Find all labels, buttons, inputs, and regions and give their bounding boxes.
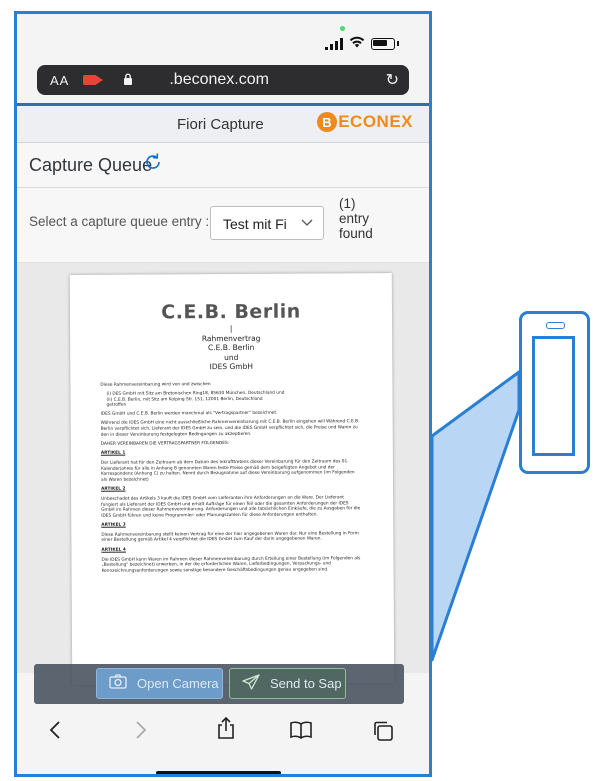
share-icon[interactable] [217,716,235,746]
document-company: C.E.B. Berlin [161,300,301,324]
doc-article-title: ARTIKEL 3 [101,522,126,529]
open-camera-button[interactable]: Open Camera [96,668,223,699]
send-to-sap-button[interactable]: Send to Sap [229,668,346,699]
paper-plane-icon [242,673,260,694]
doc-paragraph: DAHER VEREINBAREN DIE VERTRAGSPARTNER FO… [100,440,230,447]
doc-paragraph: IDES GmbH und C.E.B. Berlin werden manch… [100,411,278,418]
refresh-icon[interactable] [142,151,164,179]
status-bar [17,14,429,64]
scanned-document[interactable]: C.E.B. Berlin | Rahmenvertrag C.E.B. Ber… [69,273,395,685]
doc-parties: (i) DES GmbH mit Sitz am Bretonischen Ri… [100,390,360,408]
lock-icon [123,73,133,88]
app-header: Fiori Capture B ECONEX [17,106,429,143]
browser-address-bar[interactable]: AA .beconex.com ↻ [37,65,409,95]
doc-party: getroffen [106,402,127,409]
bookmarks-icon[interactable] [289,720,313,746]
doc-paragraph: Unbeschadet des Artikels 3 kauft die IDE… [101,495,361,519]
speaker-slot [546,322,565,329]
queue-select-row: Select a capture queue entry : Test mit … [17,188,429,263]
heading-line: IDES GmbH [209,361,254,372]
doc-article-title: ARTIKEL 1 [100,450,126,457]
send-to-sap-label: Send to Sap [270,676,342,691]
doc-paragraph: Diese Rahmenvereinbarung wird von und zw… [100,382,211,388]
phone-screenshot: AA .beconex.com ↻ Fiori Capture B ECONEX… [14,11,432,777]
signal-icon [325,37,343,50]
chevron-down-icon[interactable] [301,214,313,230]
queue-select-label: Select a capture queue entry : [29,214,210,229]
battery-icon [371,37,395,50]
url-domain[interactable]: .beconex.com [169,71,269,89]
open-camera-label: Open Camera [137,676,219,691]
page-header: Capture Queue [17,143,429,188]
battery-tip [397,41,399,46]
text-size-button[interactable]: AA [50,73,69,88]
beconex-logo: B ECONEX [317,112,413,132]
camera-recording-icon[interactable] [83,75,104,85]
logo-text: ECONEX [338,112,413,131]
back-icon[interactable] [49,720,61,746]
doc-paragraph: Die IDES GmbH kann Waren im Rahmen diese… [101,555,361,574]
browser-toolbar [17,706,429,774]
logo-mark: B [317,112,338,132]
entry-count-line: found [339,226,373,241]
document-body: Diese Rahmenvereinbarung wird von und zw… [100,381,361,578]
device-screen [532,336,575,456]
doc-paragraph: Diese Rahmenvereinbarung stellt keinen V… [101,531,359,544]
app-title: Fiori Capture [177,116,264,133]
entry-count-line: entry [339,211,370,226]
wifi-icon [349,36,365,51]
smartphone-icon [519,311,590,474]
queue-entry-value[interactable]: Test mit Fi [223,216,287,232]
home-indicator [156,771,281,774]
doc-paragraph: Der Lieferant hat für den Zeitraum ab de… [100,459,355,483]
queue-entry-select[interactable]: Test mit Fi [210,206,324,240]
tabs-icon[interactable] [372,720,394,748]
doc-article-title: ARTIKEL 2 [101,486,126,493]
doc-article-title: ARTIKEL 4 [101,547,126,553]
page-title: Capture Queue [29,155,153,175]
entry-count: (1) entry found [339,196,409,241]
document-viewer[interactable]: C.E.B. Berlin | Rahmenvertrag C.E.B. Ber… [17,263,429,685]
document-heading: | Rahmenvertrag C.E.B. Berlin und IDES G… [70,323,392,372]
doc-party: (ii) C.E.B. Berlin, mit Sitz am Kolping … [106,396,263,403]
entry-count-line: (1) [339,196,356,211]
forward-icon[interactable] [135,720,147,746]
camera-in-use-indicator [340,26,345,31]
reload-icon[interactable]: ↻ [386,70,399,90]
doc-paragraph: Während die IDES GmbH eine nicht ausschl… [100,419,360,438]
action-bar: Open Camera Send to Sap [34,664,404,704]
camera-icon [109,674,127,693]
